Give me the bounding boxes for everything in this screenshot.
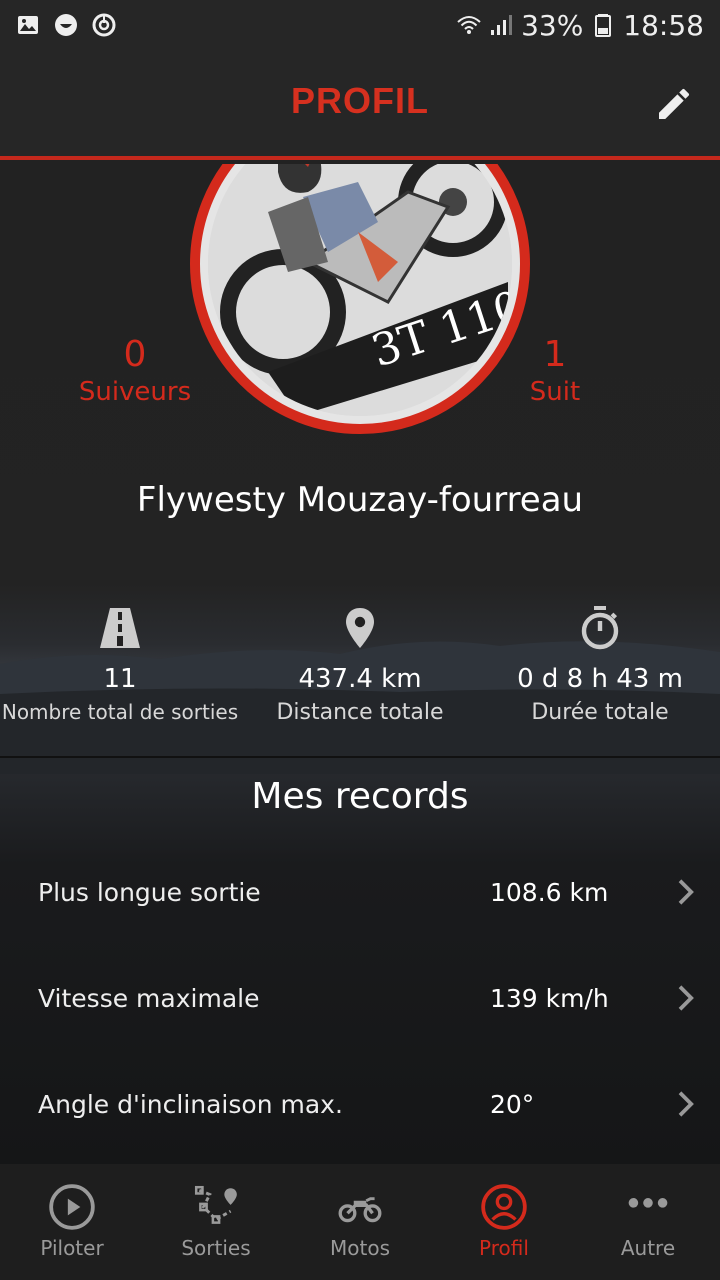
stat-label: Nombre total de sorties <box>1 700 239 724</box>
tab-autre[interactable]: Autre <box>576 1164 720 1280</box>
sync-notification-icon <box>92 13 116 37</box>
stat-value: 11 <box>103 664 137 694</box>
edit-icon[interactable] <box>654 84 694 124</box>
profile-icon <box>481 1184 527 1230</box>
record-row-longest-ride[interactable]: Plus longue sortie 108.6 km <box>0 842 720 942</box>
tab-piloter[interactable]: Piloter <box>0 1164 144 1280</box>
record-row-max-lean-angle[interactable]: Angle d'inclinaison max. 20° <box>0 1054 720 1154</box>
stat-label: Distance totale <box>276 700 444 725</box>
following-stat[interactable]: 1 Suit <box>480 334 630 407</box>
followers-count: 0 <box>123 334 147 375</box>
tab-label: Piloter <box>40 1236 104 1260</box>
profile-content: 3T 1100 0 Suiveurs 1 Suit Flywesty Mouza… <box>0 164 720 1164</box>
motorcycle-drawing: 3T 1100 <box>208 164 512 416</box>
tab-sorties[interactable]: Sorties <box>144 1164 288 1280</box>
clock: 18:58 <box>623 8 704 42</box>
signal-icon <box>491 15 513 35</box>
followers-stat[interactable]: 0 Suiveurs <box>60 334 210 407</box>
record-value: 108.6 km <box>490 877 609 907</box>
tab-label: Profil <box>479 1236 529 1260</box>
stat-total-distance: 437.4 km Distance totale <box>240 604 480 754</box>
stopwatch-icon <box>581 606 619 650</box>
location-pin-icon <box>346 608 374 648</box>
stat-value: 0 d 8 h 43 m <box>517 664 683 694</box>
tab-label: Sorties <box>181 1236 251 1260</box>
stats-row: 11 Nombre total de sorties 437.4 km Dist… <box>0 604 720 754</box>
road-icon <box>100 608 140 648</box>
page-title: PROFIL <box>291 80 429 121</box>
app-bar: PROFIL <box>0 50 720 160</box>
username: Flywesty Mouzay-fourreau <box>136 480 584 520</box>
battery-icon <box>595 14 612 37</box>
smiley-notification-icon <box>55 14 77 36</box>
battery-percent: 33% <box>521 8 584 42</box>
record-label: Plus longue sortie <box>38 877 261 907</box>
section-divider <box>0 756 720 758</box>
stat-total-duration: 0 d 8 h 43 m Durée totale <box>480 604 720 754</box>
following-label: Suit <box>529 377 581 407</box>
record-value: 139 km/h <box>490 983 609 1013</box>
tab-label: Autre <box>620 1236 676 1260</box>
image-notification-icon <box>18 16 38 34</box>
stat-total-rides: 11 Nombre total de sorties <box>0 604 240 754</box>
more-icon <box>628 1198 668 1208</box>
record-label: Vitesse maximale <box>38 983 260 1013</box>
record-value: 20° <box>490 1089 535 1119</box>
followers-label: Suiveurs <box>78 377 192 407</box>
following-count: 1 <box>543 334 567 375</box>
chevron-right-icon <box>678 985 694 1011</box>
play-icon <box>49 1184 95 1230</box>
bottom-tab-bar: Piloter Sorties Motos Profil Autre <box>0 1164 720 1280</box>
record-row-max-speed[interactable]: Vitesse maximale 139 km/h <box>0 948 720 1048</box>
route-icon <box>194 1185 237 1224</box>
chevron-right-icon <box>678 879 694 905</box>
stat-label: Durée totale <box>531 700 669 725</box>
stat-value: 437.4 km <box>298 664 422 694</box>
status-bar: 33% 18:58 <box>0 0 720 50</box>
avatar[interactable]: 3T 1100 <box>190 164 530 434</box>
record-label: Angle d'inclinaison max. <box>38 1089 343 1119</box>
tab-label: Motos <box>330 1236 390 1260</box>
tab-profil[interactable]: Profil <box>432 1164 576 1280</box>
tab-motos[interactable]: Motos <box>288 1164 432 1280</box>
wifi-icon <box>457 16 481 34</box>
chevron-right-icon <box>678 1091 694 1117</box>
records-title: Mes records <box>251 776 469 817</box>
motorcycle-icon <box>338 1197 382 1223</box>
